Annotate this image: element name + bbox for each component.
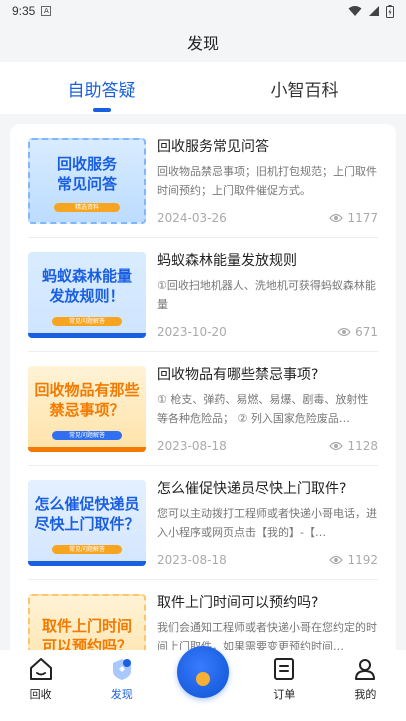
page-title: 发现 xyxy=(186,34,219,53)
nav-item-center[interactable] xyxy=(162,646,243,721)
tab-label: 小智百科 xyxy=(270,80,339,101)
article-desc: 您可以主动拨打工程师或者快递小哥电话，进入小程序或网页点击【我的】-【… xyxy=(157,507,377,539)
article-date: 2023-08-18 xyxy=(157,439,227,453)
article-title: 取件上门时间可以预约吗? xyxy=(157,595,319,611)
list-item[interactable]: 怎么催促快递员 尽快上门取件？ 常见问题解答 怎么催促快递员尽快上门取件? 您可以… xyxy=(28,466,378,580)
article-desc: 我们会通知工程师或者快递小哥在您约定的时间上门取件，如果需要变更预约时间… xyxy=(157,621,377,650)
signal-icon xyxy=(369,6,379,16)
article-date: 2023-08-18 xyxy=(157,553,227,567)
article-title: 回收服务常见问答 xyxy=(157,139,269,155)
center-action-button[interactable] xyxy=(177,646,229,698)
tab-active-indicator xyxy=(92,108,111,112)
article-desc: 回收物品禁忌事项；旧机打包规范；上门取件时间预约；上门取件催促方式。 xyxy=(157,165,377,197)
eye-icon xyxy=(329,441,344,451)
eye-icon xyxy=(337,327,351,337)
status-time: 9:35 xyxy=(12,4,36,18)
thumb-line: 回收物品有那些 xyxy=(34,381,140,399)
list-item[interactable]: 取件上门时间可以预约吗？ 取件上门时间可以预约吗? 我们会通知工程师或者快递小哥… xyxy=(28,580,378,650)
list-item[interactable]: 蚂蚁森林能量 发放规则！ 常见问题解答 蚂蚁森林能量发放规则 ①回收扫地机器人、洗… xyxy=(28,238,378,352)
bottom-nav: 回收 发现 订单 我的 xyxy=(0,646,406,721)
thumb-stripe xyxy=(28,333,146,338)
thumb-line: 回收服务 xyxy=(56,155,117,173)
sim-indicator-icon: A xyxy=(41,6,52,16)
nav-item-orders[interactable]: 订单 xyxy=(244,650,325,721)
thumb-tag: 常见问题解答 xyxy=(52,545,122,554)
article-title: 怎么催促快递员尽快上门取件? xyxy=(157,481,347,497)
nav-item-discover[interactable]: 发现 xyxy=(81,650,162,721)
thumb-line: 发放规则！ xyxy=(49,287,125,305)
center-action-icon xyxy=(196,672,210,686)
article-title: 蚂蚁森林能量发放规则 xyxy=(157,253,297,269)
nav-label: 我的 xyxy=(354,688,377,701)
status-icons xyxy=(348,4,394,18)
thumb-line: 禁忌事项？ xyxy=(49,401,125,419)
thumb-line: 可以预约吗？ xyxy=(41,637,132,650)
article-thumbnail: 取件上门时间可以预约吗？ xyxy=(28,594,146,650)
article-thumbnail: 怎么催促快递员 尽快上门取件？ 常见问题解答 xyxy=(28,480,146,566)
order-icon xyxy=(274,658,295,680)
article-views: 1177 xyxy=(347,211,378,225)
thumb-tag: 常见问题解答 xyxy=(52,317,122,326)
nav-label: 回收 xyxy=(29,688,52,701)
nav-item-recycle[interactable]: 回收 xyxy=(0,650,81,721)
article-thumbnail: 蚂蚁森林能量 发放规则！ 常见问题解答 xyxy=(28,252,146,338)
thumb-line: 蚂蚁森林能量 xyxy=(41,267,132,285)
nav-label: 发现 xyxy=(110,688,133,701)
discover-icon xyxy=(112,659,131,680)
article-desc: ①回收扫地机器人、洗地机可获得蚂蚁森林能量 xyxy=(157,279,376,311)
article-views: 1128 xyxy=(347,439,378,453)
article-views: 671 xyxy=(355,325,378,339)
article-date: 2024-03-26 xyxy=(157,211,227,225)
article-title: 回收物品有哪些禁忌事项? xyxy=(157,367,319,383)
thumb-tag: 精选资料 xyxy=(54,203,120,212)
nav-label: 订单 xyxy=(273,688,296,701)
article-views: 1192 xyxy=(347,553,378,567)
status-bar: 9:35 A xyxy=(0,0,406,22)
wifi-icon xyxy=(348,6,362,16)
article-desc: ① 枪支、弹药、易燃、易爆、剧毒、放射性等各种危险品； ② 列入国家危险废品… xyxy=(157,393,369,425)
thumb-stripe xyxy=(28,447,146,452)
nav-item-profile[interactable]: 我的 xyxy=(325,650,406,721)
thumb-line: 尽快上门取件？ xyxy=(34,515,140,533)
battery-icon xyxy=(386,4,394,18)
tab-bar: 自助答疑 小智百科 xyxy=(0,62,406,114)
thumb-stripe xyxy=(28,561,146,566)
tab-encyclopedia[interactable]: 小智百科 xyxy=(203,62,406,114)
article-thumbnail: 回收物品有那些 禁忌事项？ 常见问题解答 xyxy=(28,366,146,452)
list-item[interactable]: 回收服务 常见问答 精选资料 回收服务常见问答 回收物品禁忌事项；旧机打包规范；上… xyxy=(28,124,378,238)
list-item[interactable]: 回收物品有那些 禁忌事项？ 常见问题解答 回收物品有哪些禁忌事项? ① 枪支、弹药… xyxy=(28,352,378,466)
thumb-line: 取件上门时间 xyxy=(41,617,132,635)
article-date: 2023-10-20 xyxy=(157,325,227,339)
eye-icon xyxy=(329,555,344,565)
eye-icon xyxy=(329,213,344,223)
home-icon xyxy=(29,658,52,680)
tab-label: 自助答疑 xyxy=(67,80,136,101)
thumb-tag: 常见问题解答 xyxy=(52,431,122,440)
thumb-line: 怎么催促快递员 xyxy=(34,495,140,513)
article-thumbnail: 回收服务常见问答 精选资料 xyxy=(28,138,146,224)
thumb-line: 常见问答 xyxy=(56,175,117,193)
article-list: 回收服务 常见问答 精选资料 回收服务常见问答 回收物品禁忌事项；旧机打包规范；上… xyxy=(10,124,396,650)
tab-self-help[interactable]: 自助答疑 xyxy=(0,62,203,114)
profile-icon xyxy=(355,659,376,680)
